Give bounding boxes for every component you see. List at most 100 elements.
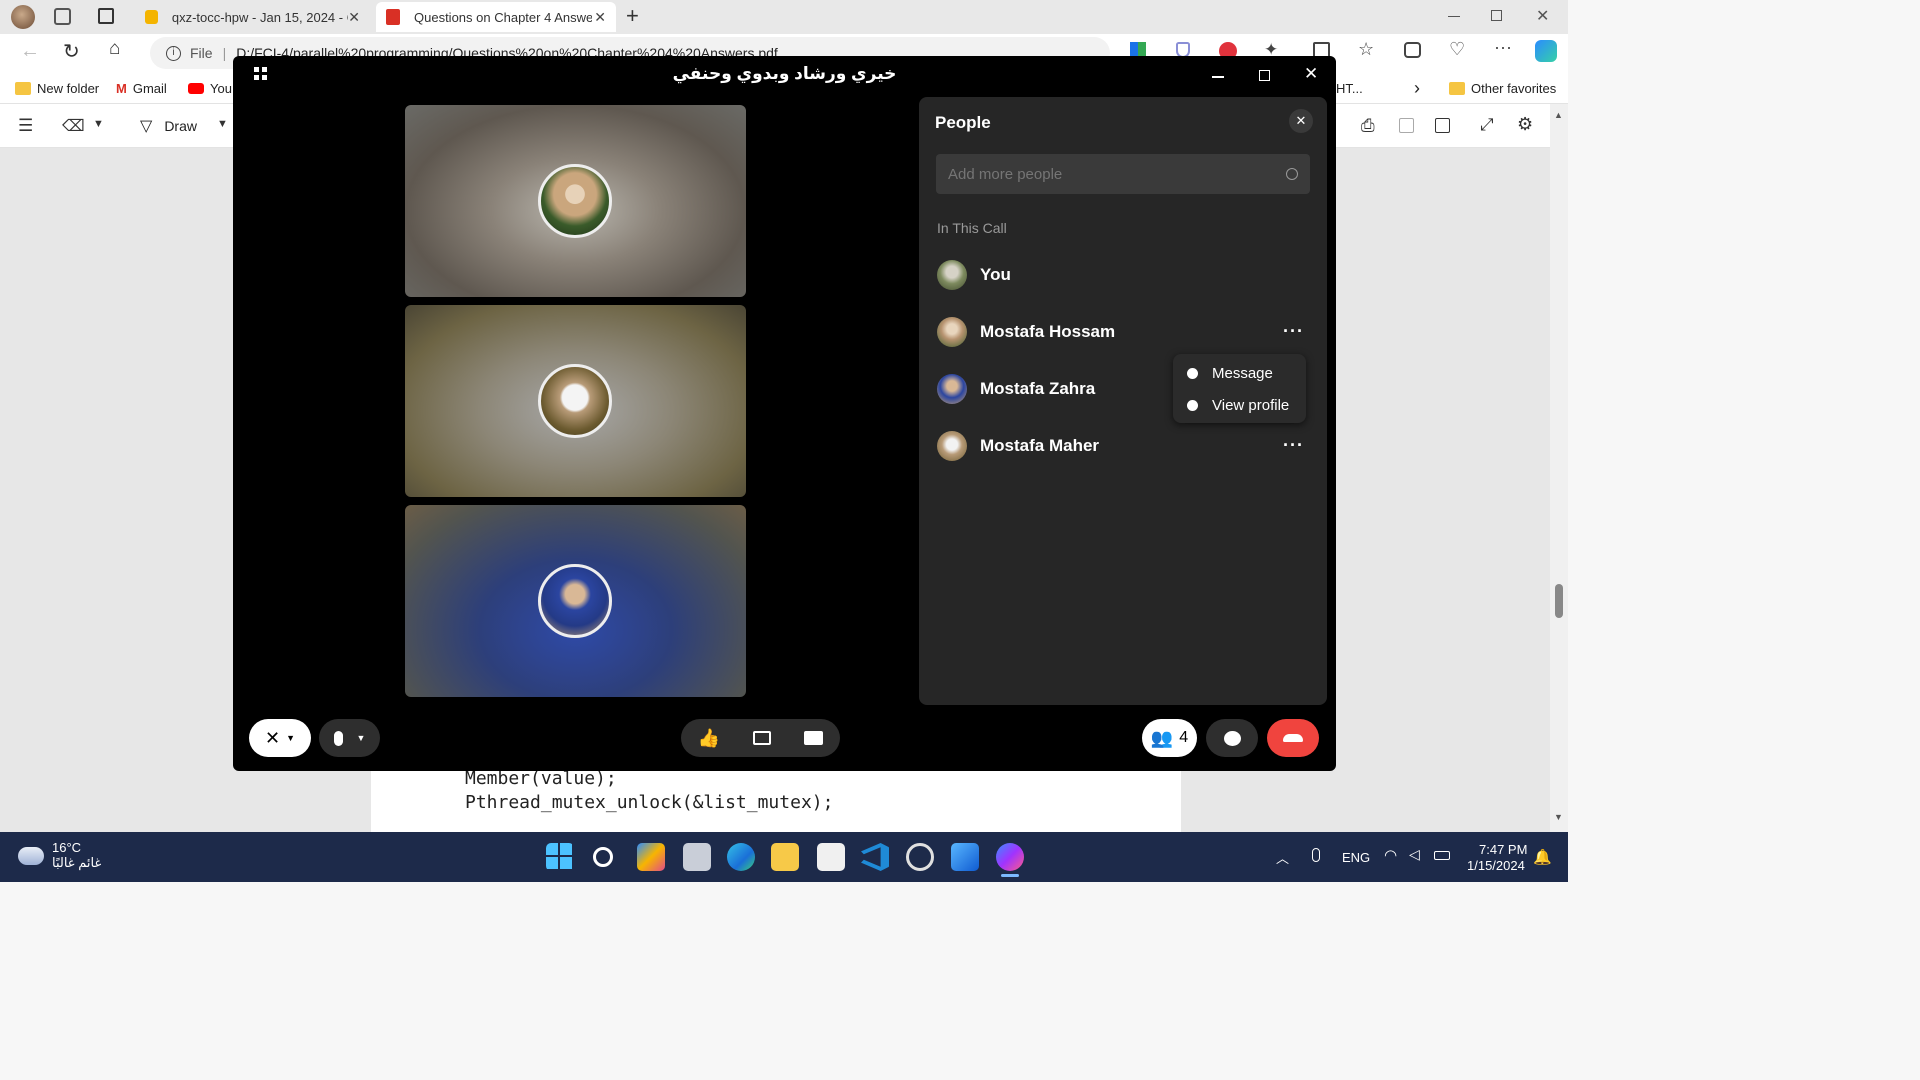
maximize-icon[interactable] [1259, 70, 1270, 81]
draw-button[interactable]: ▽ Draw [140, 116, 197, 136]
chat-button[interactable] [1206, 719, 1258, 757]
close-icon[interactable]: ✕ [348, 9, 360, 26]
notifications-bell-icon[interactable]: 🔔 [1533, 848, 1552, 866]
thumbs-up-icon[interactable]: 👍 [698, 728, 720, 749]
start-icon[interactable] [546, 843, 574, 871]
avatar [538, 164, 612, 238]
home-icon[interactable]: ⌂ [109, 38, 120, 60]
favorite-youtube[interactable]: You [188, 72, 232, 104]
tab-bar: qxz-tocc-hpw - Jan 15, 2024 - Go ✕ Quest… [0, 0, 1568, 34]
file-explorer-icon[interactable] [771, 843, 799, 871]
contents-icon[interactable]: ☰ [18, 116, 33, 136]
messenger-icon[interactable] [996, 843, 1024, 871]
video-tile[interactable] [405, 305, 746, 497]
add-people-input[interactable] [948, 165, 1286, 183]
favorites-overflow-icon[interactable]: › [1414, 72, 1420, 104]
photos-icon[interactable] [951, 843, 979, 871]
input-language[interactable]: ENG [1342, 850, 1370, 865]
close-panel-button[interactable]: ✕ [1289, 109, 1313, 133]
copilot-icon[interactable] [1535, 40, 1557, 62]
copilot-pre-icon[interactable] [637, 843, 665, 871]
fullscreen-icon[interactable]: ⤢ [1480, 115, 1494, 135]
show-hidden-icons[interactable]: ︿ [1276, 848, 1289, 867]
highlight-icon[interactable]: ⌫ [62, 116, 85, 136]
clock-date[interactable]: 1/15/2024 [1467, 858, 1525, 873]
info-icon[interactable]: i [166, 45, 181, 61]
participants-button[interactable]: 👥 4 [1142, 719, 1197, 757]
section-label: In This Call [937, 220, 1007, 236]
save-icon[interactable] [1399, 118, 1414, 133]
minimize-icon[interactable] [1212, 76, 1224, 78]
chevron-down-icon[interactable]: ▼ [217, 118, 228, 130]
add-people-search[interactable] [936, 154, 1310, 194]
clock-time[interactable]: 7:47 PM [1479, 842, 1527, 857]
restore-icon[interactable] [1491, 10, 1502, 21]
people-icon: 👥 [1150, 727, 1174, 748]
favorite-other-favorites[interactable]: Other favorites [1449, 72, 1556, 104]
close-icon[interactable]: ✕ [1536, 6, 1549, 26]
search-icon[interactable] [593, 847, 613, 867]
tab-pdf[interactable]: Questions on Chapter 4 Answers ✕ [376, 2, 616, 32]
more-options-icon[interactable]: ··· [1283, 321, 1304, 342]
battery-icon[interactable] [1434, 851, 1450, 860]
pdf-scrollbar[interactable]: ▲ ▼ [1550, 104, 1568, 832]
video-tile[interactable] [405, 105, 746, 297]
chevron-down-icon[interactable]: ▼ [93, 118, 104, 130]
minimize-icon[interactable] [1448, 16, 1460, 17]
close-icon[interactable]: ✕ [594, 9, 606, 26]
call-actions-group: 👍 [681, 719, 840, 757]
chevron-down-icon: ▼ [356, 733, 366, 743]
video-tile[interactable] [405, 505, 746, 697]
scroll-down-icon[interactable]: ▼ [1554, 812, 1563, 822]
vertical-tabs-icon[interactable] [98, 8, 114, 24]
favorite-label: You [210, 80, 232, 96]
participant-name: You [980, 265, 1011, 284]
app-grid-icon[interactable] [254, 67, 267, 80]
store-icon[interactable] [817, 843, 845, 871]
volume-icon[interactable]: ◁ [1409, 846, 1420, 863]
menu-item-view-profile[interactable]: View profile [1187, 392, 1289, 418]
scrollbar-thumb[interactable] [1555, 584, 1563, 618]
messenger-icon [1187, 367, 1198, 379]
avatar [937, 431, 967, 461]
close-icon[interactable]: ✕ [1304, 64, 1318, 84]
settings-gear-icon[interactable]: ⚙ [1517, 114, 1533, 135]
collections-icon[interactable] [1404, 42, 1421, 58]
microphone-icon[interactable] [1312, 848, 1320, 862]
draw-icon: ▽ [140, 118, 153, 135]
folder-icon [1449, 81, 1465, 95]
end-call-button[interactable] [1267, 719, 1319, 757]
browser-essentials-icon[interactable]: ♡ [1449, 39, 1465, 60]
profile-avatar[interactable] [11, 5, 35, 29]
tab-meet[interactable]: qxz-tocc-hpw - Jan 15, 2024 - Go ✕ [135, 2, 370, 32]
task-view-icon[interactable] [683, 843, 711, 871]
favorites-icon[interactable]: ☆ [1358, 39, 1374, 60]
refresh-icon[interactable]: ↻ [63, 39, 80, 64]
camera-toggle-button[interactable]: ✕ ▼ [249, 719, 311, 757]
scroll-up-icon[interactable]: ▲ [1554, 110, 1563, 120]
favorite-gmail[interactable]: M Gmail [116, 72, 167, 104]
share-screen-icon[interactable] [804, 731, 824, 745]
effects-icon[interactable] [753, 731, 772, 745]
weather-temp: 16°C [52, 840, 82, 855]
favorite-partial[interactable]: HT... [1336, 72, 1363, 104]
workspaces-icon[interactable] [54, 8, 71, 25]
favorite-label: Gmail [132, 80, 167, 96]
wifi-icon[interactable]: ◠ [1384, 846, 1397, 864]
new-tab-icon[interactable]: + [626, 3, 639, 29]
weather-widget[interactable]: 16°C غائم غالبًا [18, 840, 101, 871]
favorite-new-folder[interactable]: New folder [15, 72, 99, 104]
menu-item-message[interactable]: Message [1187, 360, 1273, 386]
more-options-icon[interactable]: ··· [1283, 435, 1304, 456]
favorite-label: Other favorites [1471, 80, 1557, 96]
more-icon[interactable]: ··· [1494, 37, 1512, 58]
print-icon[interactable]: ⎙ [1361, 116, 1375, 136]
save-as-icon[interactable] [1435, 118, 1450, 133]
microphone-icon [333, 730, 343, 746]
edge-icon[interactable] [727, 843, 755, 871]
media-player-icon[interactable] [906, 843, 934, 871]
back-icon[interactable]: ← [20, 40, 40, 63]
scheme-label: File [190, 45, 213, 61]
participant-row-mostafa-maher: Mostafa Maher [937, 431, 1099, 461]
mic-button[interactable]: ▼ [319, 719, 380, 757]
